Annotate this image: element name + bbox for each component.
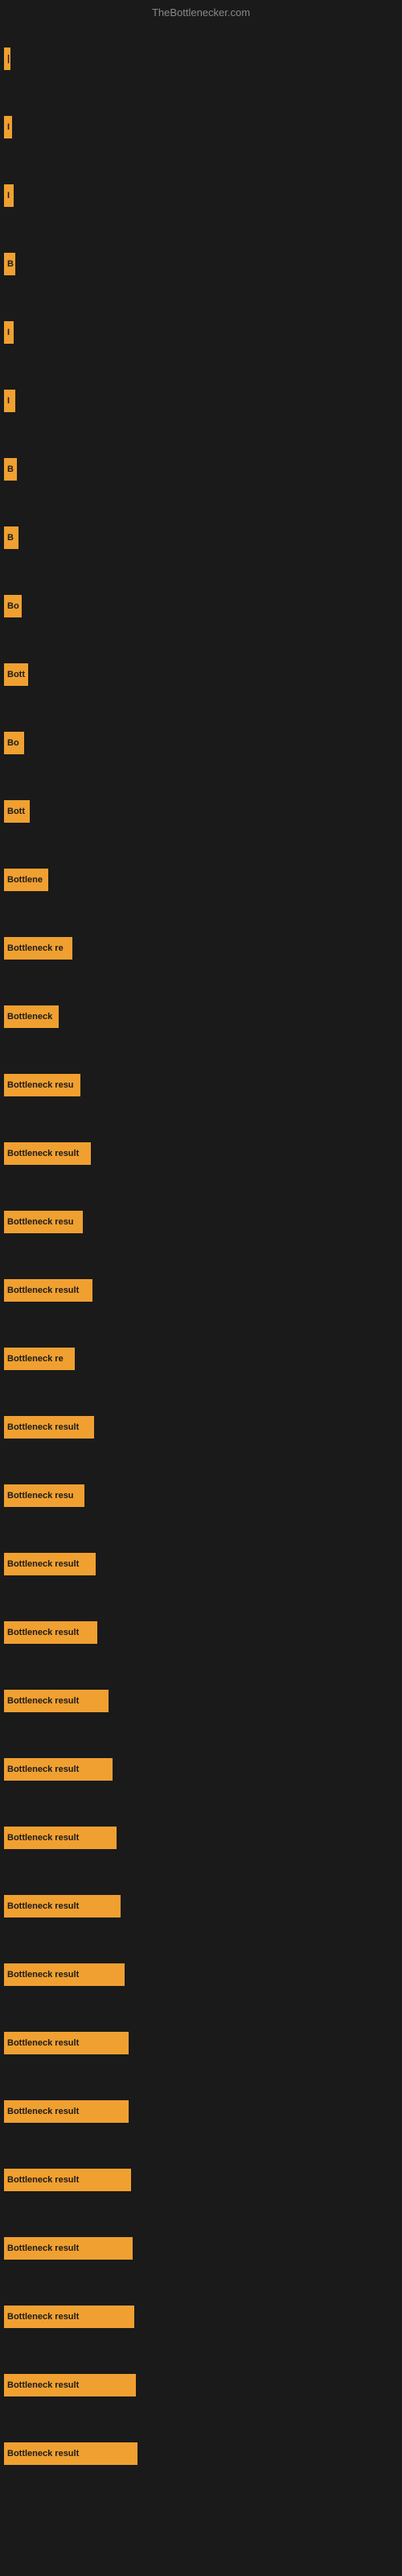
- bar-row: I: [4, 161, 402, 229]
- bar-row: I: [4, 93, 402, 161]
- bar-row: Bottleneck result: [4, 1256, 402, 1324]
- bar-row: Bottleneck result: [4, 2282, 402, 2351]
- bar-label: I: [4, 321, 14, 344]
- bar-row: B: [4, 435, 402, 503]
- bar-label: Bottleneck result: [4, 2442, 137, 2465]
- bar-label: Bottleneck resu: [4, 1074, 80, 1096]
- bar-row: Bottleneck: [4, 982, 402, 1051]
- bar-label: Bottleneck result: [4, 2374, 136, 2396]
- bar-row: Bottleneck re: [4, 914, 402, 982]
- bar-row: Bottleneck result: [4, 1872, 402, 1940]
- bar-row: B: [4, 229, 402, 298]
- bar-row: Bottleneck result: [4, 1666, 402, 1735]
- bar-row: Bottleneck result: [4, 2351, 402, 2419]
- bar-label: Bottleneck result: [4, 1690, 109, 1712]
- bar-label: Bottleneck result: [4, 1142, 91, 1165]
- bar-row: Bottleneck result: [4, 2419, 402, 2487]
- bar-label: Bottleneck re: [4, 937, 72, 960]
- bar-label: B: [4, 458, 17, 481]
- bar-row: Bott: [4, 640, 402, 708]
- bar-row: Bottleneck result: [4, 2077, 402, 2145]
- bar-row: B: [4, 503, 402, 572]
- bar-row: Bottleneck result: [4, 1119, 402, 1187]
- bar-label: Bottleneck result: [4, 2032, 129, 2054]
- bar-label: Bottleneck result: [4, 1621, 97, 1644]
- bar-label: B: [4, 253, 15, 275]
- bar-label: Bo: [4, 732, 24, 754]
- bar-row: Bottleneck resu: [4, 1461, 402, 1530]
- site-title: TheBottlenecker.com: [0, 0, 402, 25]
- bar-row: Bo: [4, 572, 402, 640]
- bar-row: Bottleneck result: [4, 1940, 402, 2008]
- bar-label: Bottleneck result: [4, 1758, 113, 1781]
- bar-label: Bott: [4, 800, 30, 823]
- bar-label: I: [4, 184, 14, 207]
- bar-label: Bottleneck resu: [4, 1484, 84, 1507]
- bar-row: Bottlene: [4, 845, 402, 914]
- bar-row: Bottleneck result: [4, 1735, 402, 1803]
- bar-label: Bottleneck result: [4, 2237, 133, 2260]
- bar-row: Bottleneck result: [4, 1530, 402, 1598]
- bar-row: I: [4, 298, 402, 366]
- bar-label: Bottleneck result: [4, 1827, 117, 1849]
- bar-row: Bottleneck result: [4, 1393, 402, 1461]
- bar-label: Bottleneck result: [4, 2100, 129, 2123]
- bar-label: Bottleneck resu: [4, 1211, 83, 1233]
- bar-row: Bottleneck result: [4, 1803, 402, 1872]
- bar-label: Bottlene: [4, 869, 48, 891]
- bar-row: Bottleneck re: [4, 1324, 402, 1393]
- bar-label: Bottleneck result: [4, 2169, 131, 2191]
- bar-label: B: [4, 526, 18, 549]
- bar-label: Bottleneck result: [4, 1416, 94, 1439]
- bar-label: Bo: [4, 595, 22, 617]
- bar-row: Bott: [4, 777, 402, 845]
- bar-label: Bott: [4, 663, 28, 686]
- bars-container: | I I B I I B B Bo Bott Bo Bott Bottlene Bottleneck r…: [0, 24, 402, 2487]
- bar-row: Bo: [4, 708, 402, 777]
- bar-label: Bottleneck result: [4, 1553, 96, 1575]
- bar-row: Bottleneck result: [4, 2214, 402, 2282]
- bar-label: Bottleneck result: [4, 1895, 121, 1918]
- bar-row: |: [4, 24, 402, 93]
- bar-label: Bottleneck re: [4, 1348, 75, 1370]
- bar-label: I: [4, 390, 15, 412]
- bar-label: Bottleneck: [4, 1005, 59, 1028]
- bar-row: Bottleneck result: [4, 1598, 402, 1666]
- bar-row: Bottleneck resu: [4, 1187, 402, 1256]
- bar-row: Bottleneck result: [4, 2008, 402, 2077]
- bar-label: |: [4, 47, 10, 70]
- bar-label: I: [4, 116, 12, 138]
- bar-row: I: [4, 366, 402, 435]
- bar-label: Bottleneck result: [4, 1279, 92, 1302]
- bar-row: Bottleneck resu: [4, 1051, 402, 1119]
- bar-label: Bottleneck result: [4, 2306, 134, 2328]
- bar-label: Bottleneck result: [4, 1963, 125, 1986]
- bar-row: Bottleneck result: [4, 2145, 402, 2214]
